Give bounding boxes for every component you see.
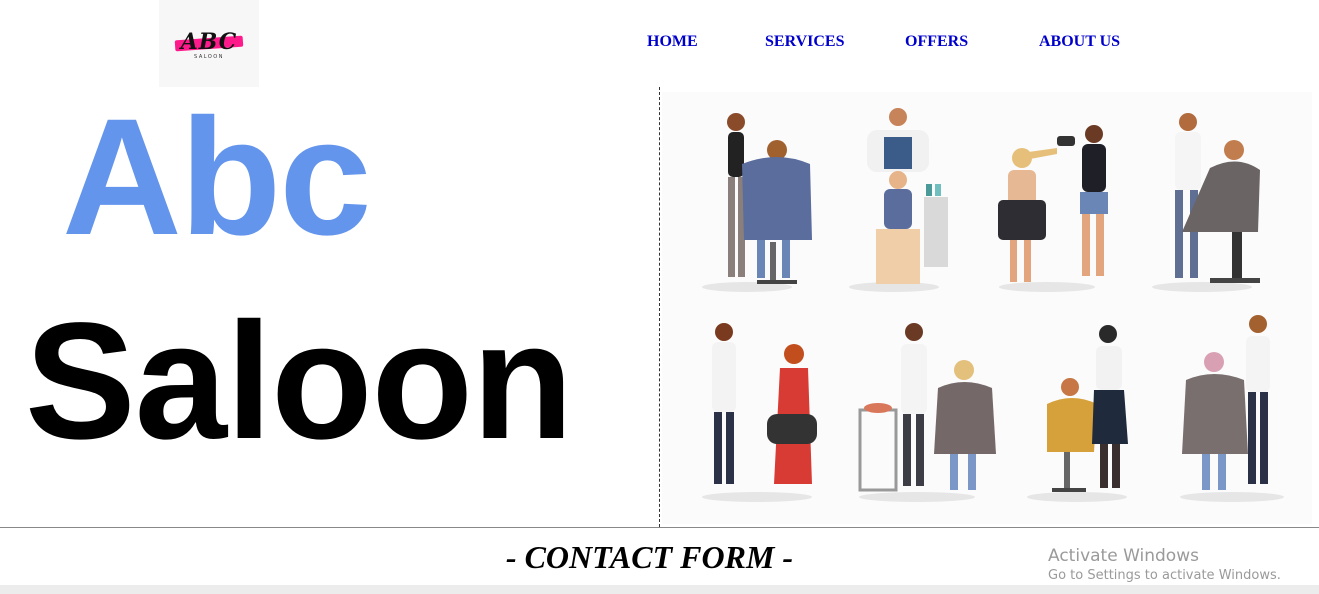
nav-link-offers[interactable]: OFFERS bbox=[905, 32, 968, 52]
hairdresser-scenes-illustration bbox=[662, 92, 1312, 524]
nav-link-home[interactable]: HOME bbox=[647, 32, 698, 52]
hero-title-saloon: Saloon bbox=[25, 289, 573, 474]
header: ABC SALOON HOME SERVICES OFFERS ABOUT US bbox=[0, 0, 1319, 88]
nav-link-services[interactable]: SERVICES bbox=[765, 32, 844, 52]
section-divider bbox=[0, 527, 1319, 528]
activate-windows-subtitle: Go to Settings to activate Windows. bbox=[1048, 568, 1281, 583]
nav-link-about-us[interactable]: ABOUT US bbox=[1039, 32, 1120, 52]
logo-text: ABC bbox=[180, 28, 238, 55]
horizontal-scrollbar[interactable] bbox=[0, 585, 1319, 594]
activate-windows-title: Activate Windows bbox=[1048, 546, 1199, 566]
activate-windows-watermark: Activate Windows Go to Settings to activ… bbox=[1048, 545, 1281, 585]
logo-mark: ABC bbox=[173, 28, 245, 56]
hero-title-abc: Abc bbox=[62, 85, 372, 270]
logo[interactable]: ABC SALOON bbox=[159, 0, 259, 87]
vertical-divider bbox=[659, 87, 660, 527]
